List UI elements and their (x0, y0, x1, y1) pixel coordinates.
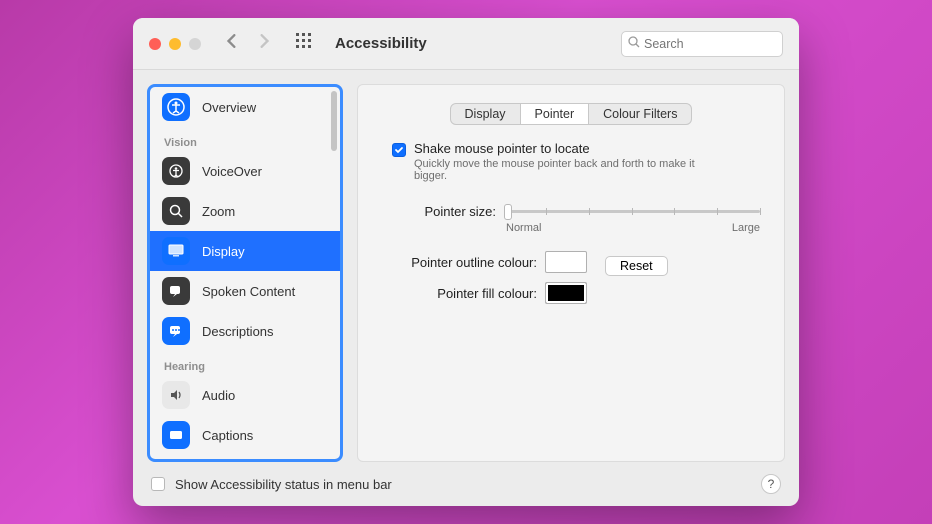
scrollbar-thumb[interactable] (331, 91, 337, 151)
accessibility-icon (162, 93, 190, 121)
sidebar-item-label: Audio (202, 388, 235, 403)
fill-colour-label: Pointer fill colour: (382, 286, 537, 301)
tab-display[interactable]: Display (451, 104, 521, 124)
pointer-size-label: Pointer size: (382, 204, 496, 219)
help-button[interactable]: ? (761, 474, 781, 494)
maximize-icon (189, 38, 201, 50)
sidebar-item-label: Descriptions (202, 324, 274, 339)
sidebar-item-captions[interactable]: Captions (150, 415, 340, 455)
settings-panel: Display Pointer Colour Filters Shake mou… (357, 84, 785, 462)
slider-min-label: Normal (506, 222, 541, 234)
status-menubar-label: Show Accessibility status in menu bar (175, 477, 392, 492)
descriptions-icon (162, 317, 190, 345)
sidebar-item-label: VoiceOver (202, 164, 262, 179)
voiceover-icon (162, 157, 190, 185)
outline-colour-swatch[interactable] (545, 251, 587, 273)
captions-icon (162, 421, 190, 449)
tab-pointer[interactable]: Pointer (521, 104, 590, 124)
outline-colour-label: Pointer outline colour: (382, 255, 537, 270)
sidebar-item-label: Zoom (202, 204, 235, 219)
shake-checkbox[interactable] (392, 143, 406, 157)
show-all-icon[interactable] (295, 32, 313, 55)
slider-max-label: Large (732, 222, 760, 234)
sidebar-item-label: Spoken Content (202, 284, 295, 299)
sidebar-section-vision: Vision (150, 127, 340, 151)
sidebar-item-label: Overview (202, 100, 256, 115)
zoom-icon (162, 197, 190, 225)
forward-icon[interactable] (257, 34, 271, 53)
sidebar-item-descriptions[interactable]: Descriptions (150, 311, 340, 351)
nav-arrows (225, 34, 271, 53)
status-menubar-checkbox[interactable] (151, 477, 165, 491)
display-icon (162, 237, 190, 265)
spoken-content-icon (162, 277, 190, 305)
sidebar: Overview Vision VoiceOver Zoom Display (147, 84, 343, 462)
tab-bar: Display Pointer Colour Filters (382, 103, 760, 125)
sidebar-item-overview[interactable]: Overview (150, 87, 340, 127)
audio-icon (162, 381, 190, 409)
sidebar-item-zoom[interactable]: Zoom (150, 191, 340, 231)
slider-thumb[interactable] (504, 204, 512, 220)
footer: Show Accessibility status in menu bar ? (133, 462, 799, 506)
titlebar: Accessibility (133, 18, 799, 70)
preferences-window: Accessibility Overview Vision VoiceOver (133, 18, 799, 506)
body: Overview Vision VoiceOver Zoom Display (133, 70, 799, 462)
back-icon[interactable] (225, 34, 239, 53)
minimize-icon[interactable] (169, 38, 181, 50)
sidebar-item-spoken-content[interactable]: Spoken Content (150, 271, 340, 311)
reset-button[interactable]: Reset (605, 256, 668, 276)
tab-colour-filters[interactable]: Colour Filters (589, 104, 691, 124)
sidebar-section-hearing: Hearing (150, 351, 340, 375)
main-content: Display Pointer Colour Filters Shake mou… (357, 84, 785, 462)
sidebar-item-label: Display (202, 244, 245, 259)
search-icon (628, 35, 640, 53)
sidebar-item-voiceover[interactable]: VoiceOver (150, 151, 340, 191)
search-input[interactable] (644, 37, 799, 51)
shake-hint: Quickly move the mouse pointer back and … (414, 158, 714, 182)
shake-label: Shake mouse pointer to locate (414, 141, 714, 156)
search-field[interactable] (621, 31, 783, 57)
fill-colour-swatch[interactable] (545, 282, 587, 304)
window-title: Accessibility (335, 35, 427, 52)
sidebar-item-label: Captions (202, 428, 253, 443)
close-icon[interactable] (149, 38, 161, 50)
sidebar-item-display[interactable]: Display (150, 231, 340, 271)
pointer-size-slider[interactable] (504, 202, 760, 220)
sidebar-item-audio[interactable]: Audio (150, 375, 340, 415)
traffic-lights (149, 38, 201, 50)
